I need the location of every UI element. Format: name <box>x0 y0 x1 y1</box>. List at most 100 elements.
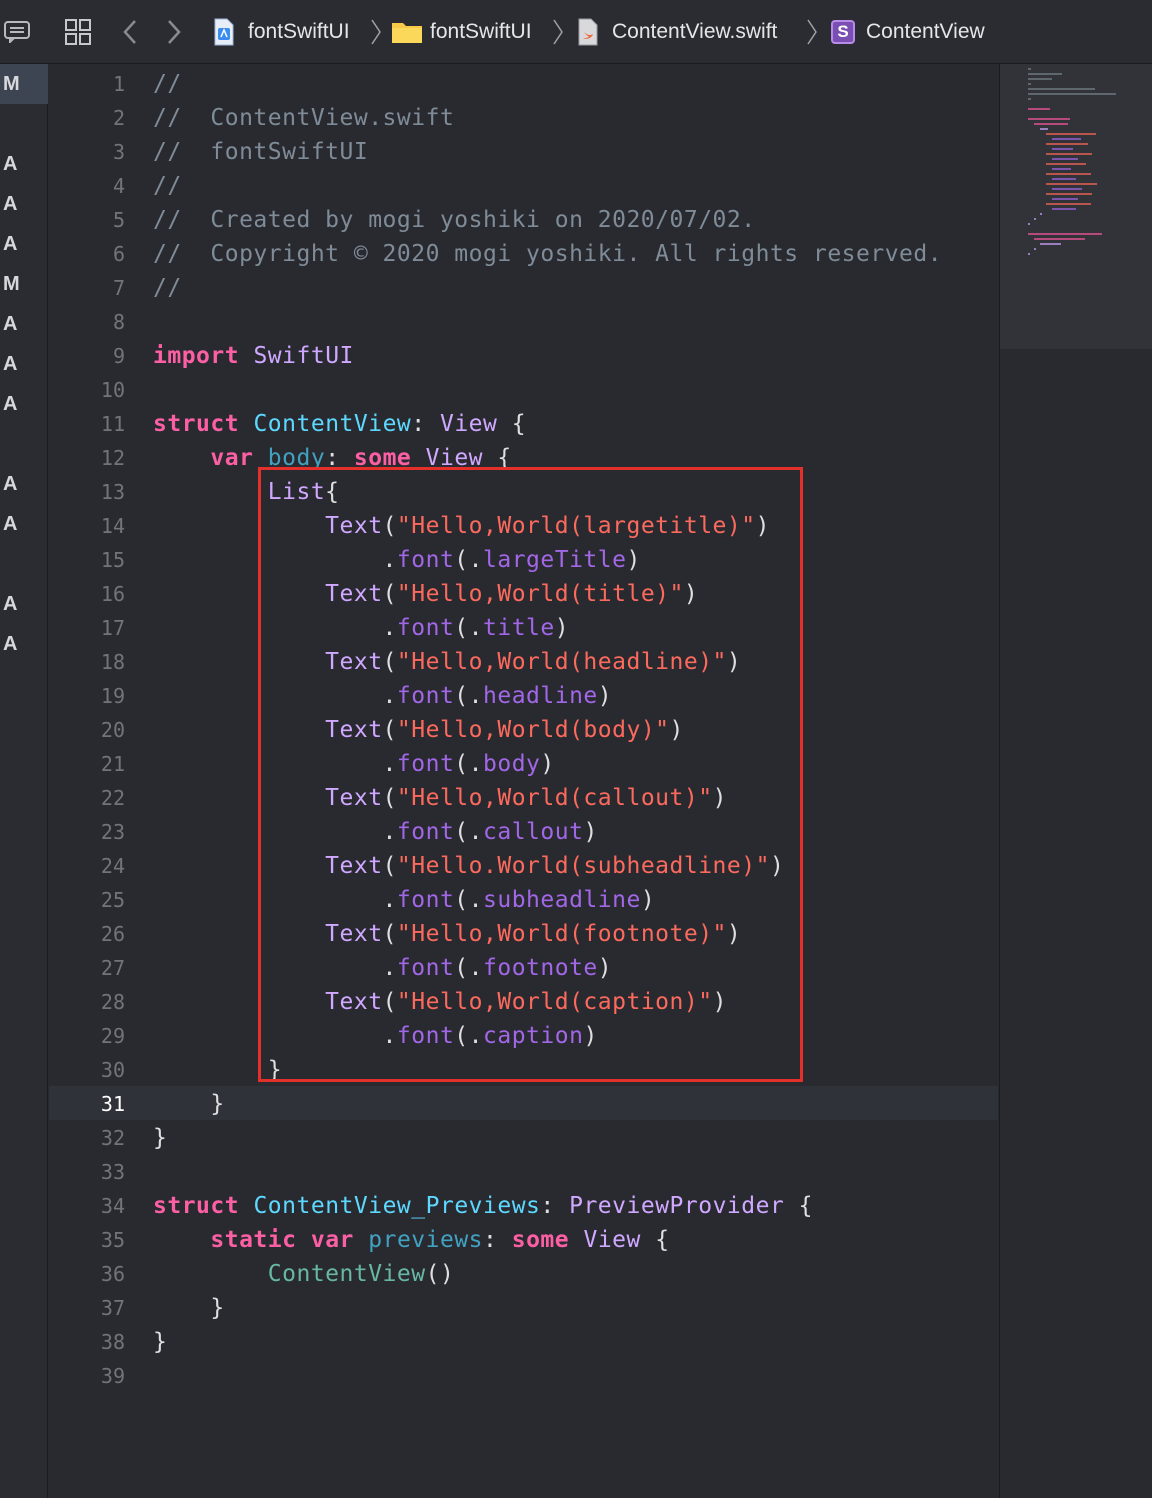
status-marker: A <box>3 193 18 215</box>
code-text[interactable]: } <box>153 1087 225 1121</box>
code-text[interactable]: } <box>153 1291 225 1325</box>
chevron-right-icon[interactable] <box>160 0 188 64</box>
minimap-line <box>1046 173 1091 175</box>
line-number: 28 <box>100 990 125 1014</box>
code-text[interactable]: // <box>153 67 182 101</box>
line-number: 20 <box>100 718 125 742</box>
code-text[interactable]: // ContentView.swift <box>153 101 454 135</box>
minimap-line <box>1052 188 1083 190</box>
code-line[interactable]: 8 <box>49 305 998 339</box>
line-number: 8 <box>112 310 125 334</box>
code-text[interactable]: // <box>153 271 182 305</box>
code-line[interactable]: 1 // <box>49 67 998 101</box>
line-number: 26 <box>100 922 125 946</box>
chevron-left-icon[interactable] <box>116 0 144 64</box>
minimap-line <box>1028 88 1096 90</box>
minimap-line <box>1028 223 1030 225</box>
code-text[interactable]: // fontSwiftUI <box>153 135 368 169</box>
code-line[interactable]: 4 // <box>49 169 998 203</box>
breadcrumb-project[interactable]: fontSwiftUI <box>248 0 350 64</box>
code-text[interactable]: } <box>153 1121 167 1155</box>
code-line[interactable]: 3 // fontSwiftUI <box>49 135 998 169</box>
minimap-visible-region[interactable] <box>1000 64 1152 349</box>
status-marker: A <box>3 513 18 535</box>
code-text[interactable]: // <box>153 169 182 203</box>
minimap-line <box>1040 243 1061 245</box>
jump-bar: fontSwiftUI fontSwiftUI ContentView.swif… <box>0 0 1152 64</box>
status-marker: A <box>3 153 18 175</box>
code-line[interactable]: 6 // Copyright © 2020 mogi yoshiki. All r… <box>49 237 998 271</box>
folder-icon <box>390 0 424 64</box>
code-line[interactable]: 7 // <box>49 271 998 305</box>
line-number: 14 <box>100 514 125 538</box>
code-line[interactable]: 33 <box>49 1155 998 1189</box>
breadcrumb-separator-icon <box>806 0 818 64</box>
code-text[interactable]: // Copyright © 2020 mogi yoshiki. All ri… <box>153 237 942 271</box>
related-items-grid-icon[interactable] <box>60 0 96 64</box>
swift-file-icon <box>574 0 602 64</box>
code-text[interactable]: } <box>153 1325 167 1359</box>
breadcrumb-file[interactable]: ContentView.swift <box>612 0 777 64</box>
status-marker: A <box>3 593 18 615</box>
code-line[interactable]: 5 // Created by mogi yoshiki on 2020/07/0… <box>49 203 998 237</box>
code-text[interactable]: ContentView() <box>153 1257 454 1291</box>
line-number: 31 <box>100 1092 125 1116</box>
line-number: 9 <box>112 344 125 368</box>
line-number: 12 <box>100 446 125 470</box>
minimap-line <box>1052 208 1076 210</box>
minimap-line <box>1046 133 1096 135</box>
code-line[interactable]: 35 static var previews: some View { <box>49 1223 998 1257</box>
line-number: 17 <box>100 616 125 640</box>
comment-icon[interactable] <box>0 0 34 64</box>
line-number: 18 <box>100 650 125 674</box>
line-number: 13 <box>100 480 125 504</box>
line-number: 30 <box>100 1058 125 1082</box>
code-line[interactable]: 11 struct ContentView: View { <box>49 407 998 441</box>
line-number: 15 <box>100 548 125 572</box>
line-number: 6 <box>112 242 125 266</box>
breadcrumb-group[interactable]: fontSwiftUI <box>430 0 532 64</box>
minimap-line <box>1028 118 1070 120</box>
minimap-line <box>1052 158 1078 160</box>
minimap-line <box>1052 178 1076 180</box>
minimap-line <box>1052 198 1078 200</box>
line-number: 38 <box>100 1330 125 1354</box>
minimap-line <box>1046 163 1086 165</box>
code-text[interactable]: import SwiftUI <box>153 339 354 373</box>
code-line[interactable]: 9 import SwiftUI <box>49 339 998 373</box>
code-line[interactable]: 10 <box>49 373 998 407</box>
code-line[interactable]: 2 // ContentView.swift <box>49 101 998 135</box>
code-line[interactable]: 31 } <box>49 1087 998 1121</box>
code-line[interactable]: 32} <box>49 1121 998 1155</box>
line-number: 24 <box>100 854 125 878</box>
code-text[interactable]: struct ContentView: View { <box>153 407 526 441</box>
minimap-line <box>1046 143 1088 145</box>
line-number: 22 <box>100 786 125 810</box>
code-line[interactable]: 34 struct ContentView_Previews: PreviewPr… <box>49 1189 998 1223</box>
minimap-line <box>1028 73 1062 75</box>
breadcrumb-symbol[interactable]: ContentView <box>866 0 985 64</box>
line-number: 32 <box>100 1126 125 1150</box>
code-line[interactable]: 38} <box>49 1325 998 1359</box>
struct-symbol-icon: S <box>828 0 858 64</box>
minimap-line <box>1028 78 1052 80</box>
minimap-line <box>1040 213 1042 215</box>
minimap-line <box>1034 238 1086 240</box>
status-marker: M <box>3 273 20 295</box>
code-line[interactable]: 39 <box>49 1359 998 1393</box>
breadcrumb-separator-icon <box>370 0 382 64</box>
minimap-line <box>1034 248 1036 250</box>
code-text[interactable]: static var previews: some View { <box>153 1223 670 1257</box>
line-number: 23 <box>100 820 125 844</box>
project-file-icon <box>210 0 238 64</box>
code-line[interactable]: 37 } <box>49 1291 998 1325</box>
status-marker: A <box>3 233 18 255</box>
code-line[interactable]: 36 ContentView() <box>49 1257 998 1291</box>
source-control-status-column: M A A A M A A A A A A A <box>0 64 48 1498</box>
minimap[interactable] <box>999 64 1152 1498</box>
minimap-line <box>1034 218 1036 220</box>
code-text[interactable]: struct ContentView_Previews: PreviewProv… <box>153 1189 813 1223</box>
minimap-line <box>1028 68 1032 70</box>
code-text[interactable]: // Created by mogi yoshiki on 2020/07/02… <box>153 203 756 237</box>
line-number: 3 <box>112 140 125 164</box>
